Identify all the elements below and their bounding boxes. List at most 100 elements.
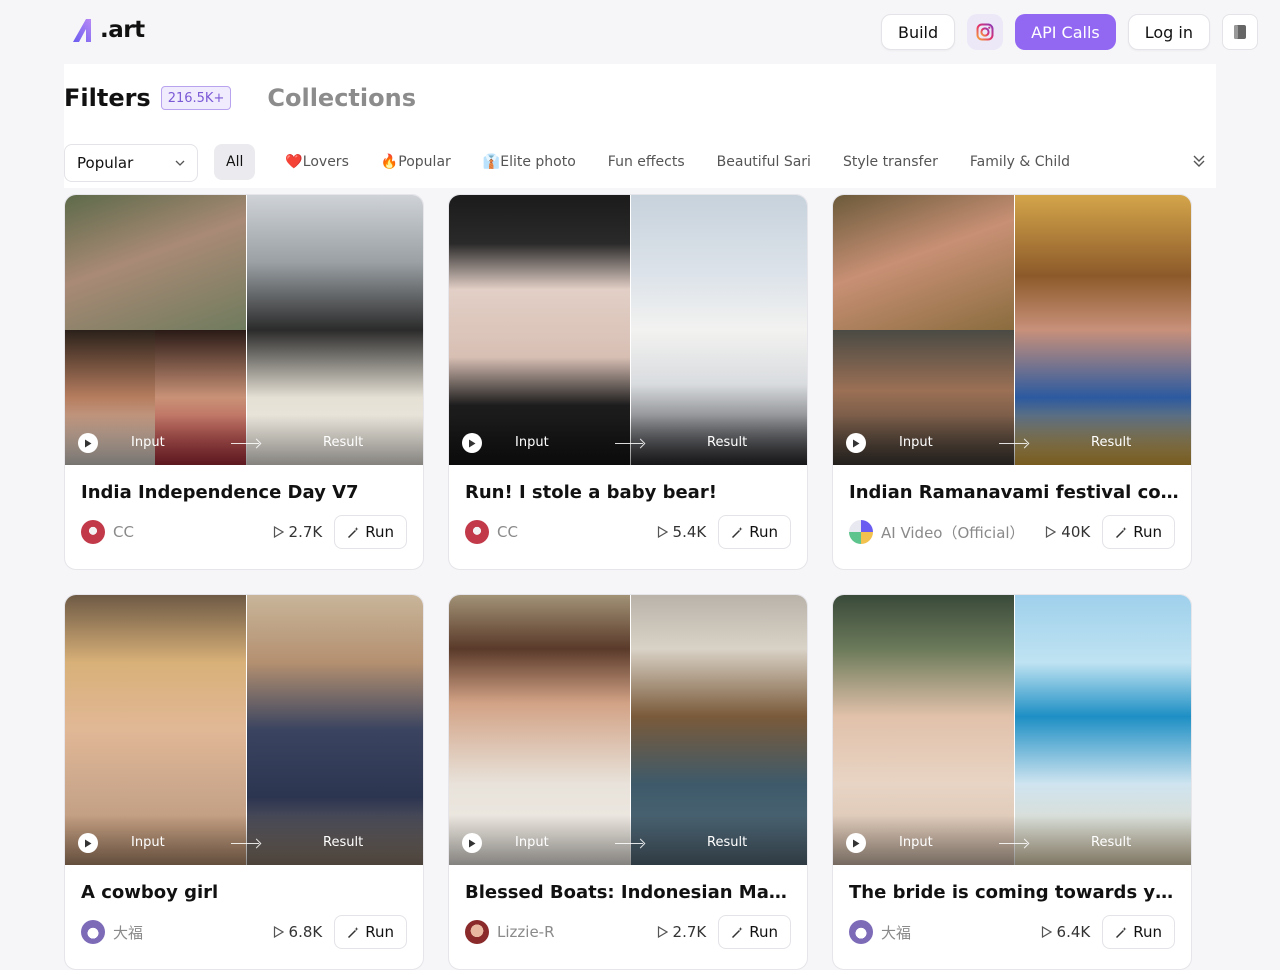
- avatar[interactable]: [849, 520, 873, 544]
- run-button-label: Run: [749, 923, 778, 941]
- run-count-value: 6.8K: [288, 923, 323, 941]
- run-button[interactable]: Run: [1102, 915, 1175, 949]
- instagram-icon: [976, 23, 994, 41]
- card-thumbnail[interactable]: Input Result: [449, 195, 807, 465]
- run-button[interactable]: Run: [1102, 515, 1175, 549]
- avatar[interactable]: [465, 520, 489, 544]
- filter-card[interactable]: Input Result A cowboy girl 大福 6.8K Run: [64, 594, 424, 970]
- play-icon[interactable]: [78, 833, 98, 853]
- run-button[interactable]: Run: [334, 515, 407, 549]
- author-name[interactable]: CC: [497, 523, 657, 541]
- run-button-label: Run: [365, 523, 394, 541]
- chip-elite-photo[interactable]: 👔Elite photo: [467, 144, 592, 180]
- input-image: [65, 195, 246, 330]
- chevron-down-icon: [175, 160, 185, 166]
- chip-style-transfer[interactable]: Style transfer: [827, 144, 954, 180]
- result-label: Result: [707, 835, 748, 850]
- arrow-right-icon: [231, 443, 259, 444]
- run-button-label: Run: [1133, 523, 1162, 541]
- sort-select[interactable]: Popular: [64, 144, 198, 182]
- result-label: Result: [1091, 835, 1132, 850]
- play-icon[interactable]: [78, 433, 98, 453]
- input-label: Input: [899, 835, 933, 850]
- api-calls-button[interactable]: API Calls: [1015, 14, 1116, 50]
- author-name[interactable]: Lizzie-R: [497, 923, 657, 941]
- chip-family-child[interactable]: Family & Child: [954, 144, 1086, 180]
- run-button-label: Run: [365, 923, 394, 941]
- play-icon[interactable]: [462, 433, 482, 453]
- thumbnail-shade: [833, 815, 1191, 865]
- card-meta: 大福 6.8K Run: [81, 915, 407, 949]
- author-name[interactable]: 大福: [881, 922, 1041, 943]
- run-count: 2.7K: [657, 923, 706, 941]
- login-button[interactable]: Log in: [1127, 14, 1210, 50]
- card-title[interactable]: A cowboy girl: [81, 882, 411, 903]
- magic-wand-icon: [1116, 926, 1127, 938]
- run-count-value: 2.7K: [288, 523, 323, 541]
- chip-beautiful-sari[interactable]: Beautiful Sari: [701, 144, 827, 180]
- expand-chips-icon[interactable]: [1192, 154, 1206, 168]
- card-thumbnail[interactable]: Input Result: [65, 195, 423, 465]
- run-count-value: 5.4K: [672, 523, 707, 541]
- avatar[interactable]: [81, 920, 105, 944]
- chip-lovers[interactable]: ❤️Lovers: [269, 144, 365, 180]
- play-outline-icon: [1046, 526, 1057, 538]
- play-icon[interactable]: [846, 833, 866, 853]
- arrow-right-icon: [615, 843, 643, 844]
- card-thumbnail[interactable]: Input Result: [449, 595, 807, 865]
- card-thumbnail[interactable]: Input Result: [833, 595, 1191, 865]
- card-meta: Lizzie-R 2.7K Run: [465, 915, 791, 949]
- logo-text: .art: [100, 17, 145, 43]
- chip-popular[interactable]: 🔥Popular: [365, 144, 467, 180]
- tab-filters[interactable]: Filters: [64, 84, 151, 112]
- run-button[interactable]: Run: [334, 915, 407, 949]
- card-thumbnail[interactable]: Input Result: [833, 195, 1191, 465]
- thumbnail-shade: [449, 815, 807, 865]
- instagram-button[interactable]: [967, 14, 1004, 50]
- avatar[interactable]: [849, 920, 873, 944]
- run-count: 6.4K: [1041, 923, 1090, 941]
- arrow-right-icon: [231, 843, 259, 844]
- play-icon[interactable]: [846, 433, 866, 453]
- magic-wand-icon: [1116, 526, 1127, 538]
- run-button[interactable]: Run: [718, 915, 791, 949]
- chip-fun-effects[interactable]: Fun effects: [592, 144, 701, 180]
- play-outline-icon: [1041, 926, 1052, 938]
- author-name[interactable]: AI Video（Official）: [881, 522, 1045, 543]
- magic-wand-icon: [732, 926, 743, 938]
- card-title[interactable]: India Independence Day V7: [81, 482, 411, 503]
- filter-card[interactable]: Input Result Blessed Boats: Indonesian M…: [448, 594, 808, 970]
- run-count: 5.4K: [657, 523, 707, 541]
- category-tabs: Filters 216.5K+ Collections: [64, 84, 416, 112]
- chip-all[interactable]: All: [214, 144, 256, 180]
- filter-card[interactable]: Input Result India Independence Day V7 C…: [64, 194, 424, 570]
- arrow-right-icon: [999, 443, 1027, 444]
- thumbnail-shade: [449, 415, 807, 465]
- card-thumbnail[interactable]: Input Result: [65, 595, 423, 865]
- card-title[interactable]: Run! I stole a baby bear!: [465, 482, 795, 503]
- result-label: Result: [323, 435, 364, 450]
- thumbnail-shade: [65, 415, 423, 465]
- author-name[interactable]: CC: [113, 523, 273, 541]
- avatar[interactable]: [81, 520, 105, 544]
- result-label: Result: [1091, 435, 1132, 450]
- card-title[interactable]: The bride is coming towards you: [849, 882, 1179, 903]
- filter-card[interactable]: Input Result Indian Ramanavami festival …: [832, 194, 1192, 570]
- filter-card[interactable]: Input Result Run! I stole a baby bear! C…: [448, 194, 808, 570]
- arrow-right-icon: [615, 443, 643, 444]
- run-count: 6.8K: [273, 923, 323, 941]
- run-button[interactable]: Run: [718, 515, 791, 549]
- tab-collections[interactable]: Collections: [267, 84, 416, 112]
- card-title[interactable]: Blessed Boats: Indonesian Mawlid Festiva…: [465, 882, 795, 903]
- avatar[interactable]: [465, 920, 489, 944]
- play-icon[interactable]: [462, 833, 482, 853]
- logo[interactable]: .art: [72, 14, 145, 46]
- filter-card[interactable]: Input Result The bride is coming towards…: [832, 594, 1192, 970]
- play-outline-icon: [273, 926, 284, 938]
- magic-wand-icon: [732, 526, 743, 538]
- card-title[interactable]: Indian Ramanavami festival couple: [849, 482, 1179, 503]
- author-name[interactable]: 大福: [113, 922, 273, 943]
- theme-toggle-button[interactable]: [1222, 14, 1258, 50]
- input-label: Input: [515, 835, 549, 850]
- build-button[interactable]: Build: [880, 14, 956, 50]
